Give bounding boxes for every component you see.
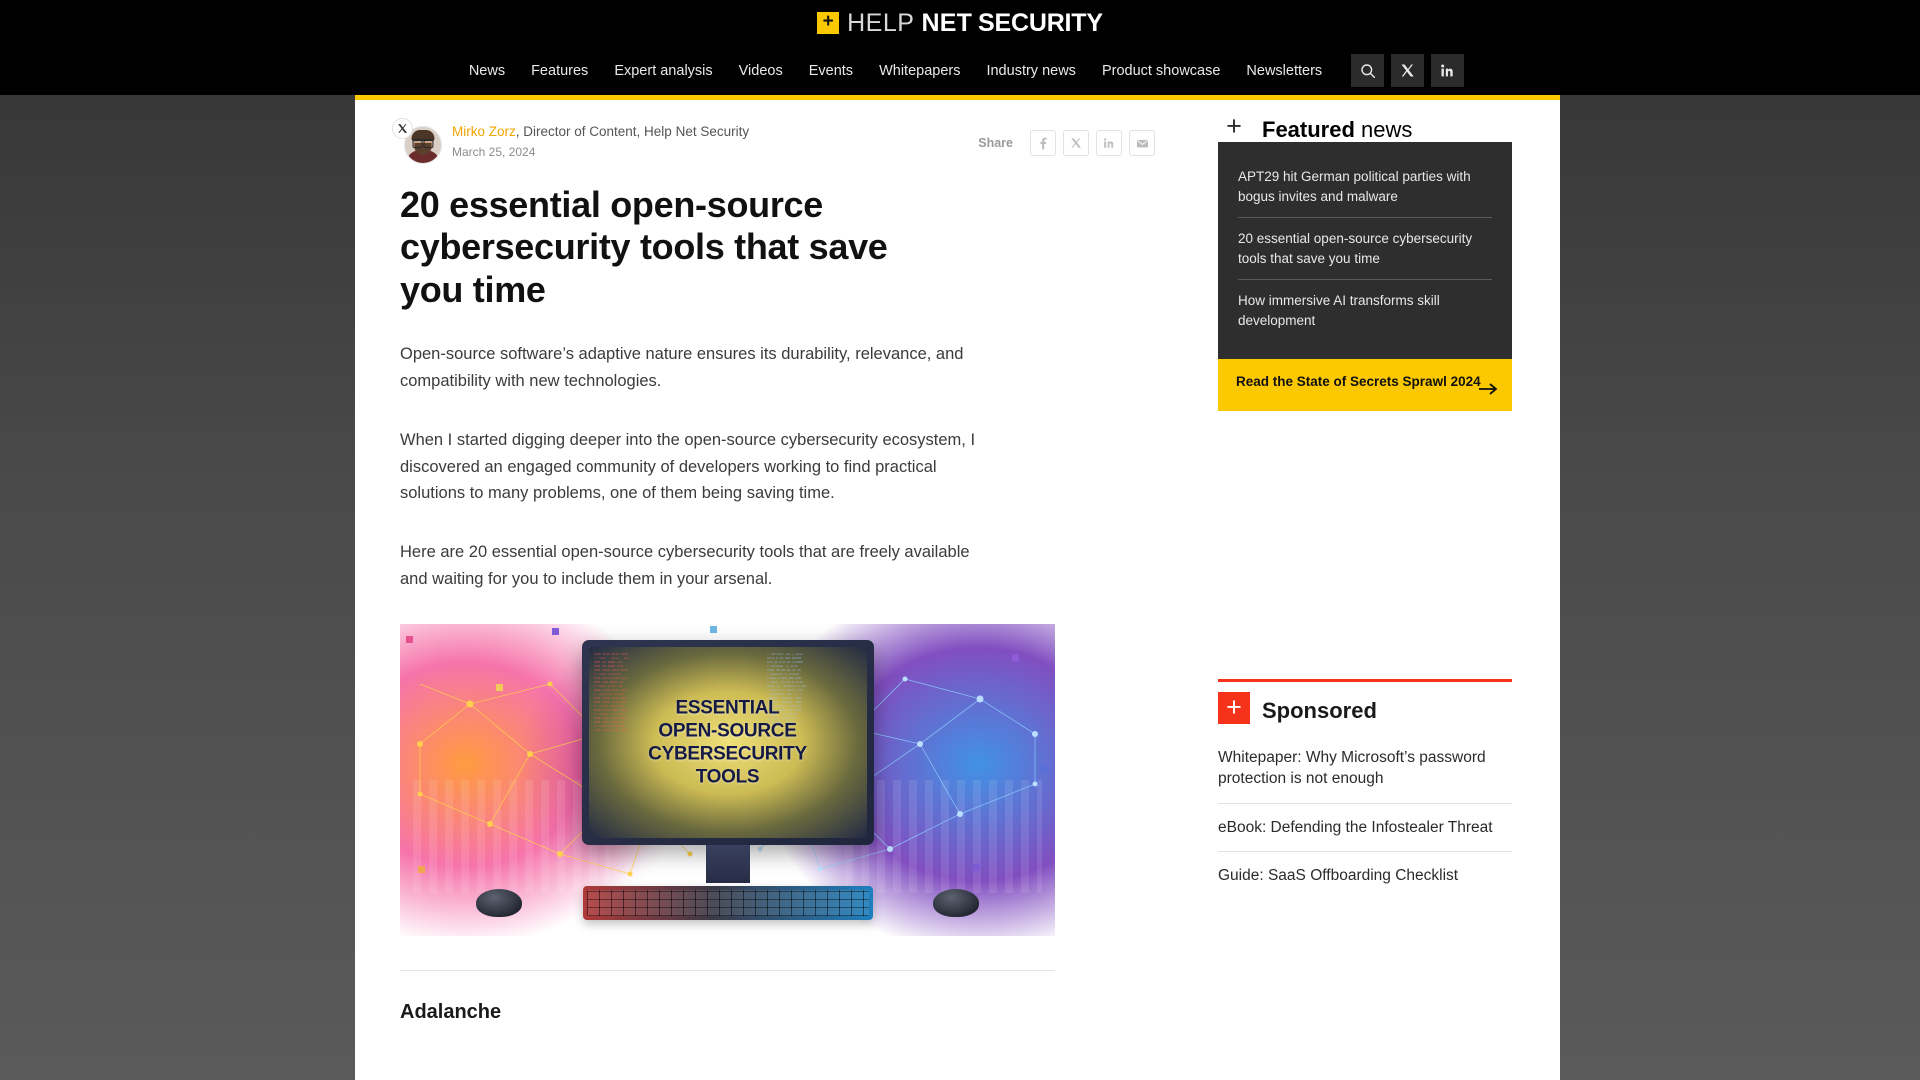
page-root: + HELP NET SECURITY News Features Expert… bbox=[0, 0, 1920, 1080]
featured-news-title: Featured news bbox=[1262, 116, 1413, 142]
logo-row: + HELP NET SECURITY bbox=[0, 0, 1920, 46]
sponsored-block: + Sponsored Whitepaper: Why Microsoft’s … bbox=[1200, 678, 1560, 900]
x-share-button[interactable] bbox=[1063, 130, 1089, 156]
author-link[interactable]: Mirko Zorz bbox=[452, 124, 516, 139]
article-hero-image: 0100 1011 0010 1101 >> scan --deep --all… bbox=[400, 624, 1055, 937]
byline-row: Mirko Zorz, Director of Content, Help Ne… bbox=[392, 118, 1155, 164]
sponsored-item[interactable]: Whitepaper: Why Microsoft’s password pro… bbox=[1218, 734, 1512, 803]
nav-item-newsletters[interactable]: Newsletters bbox=[1233, 63, 1335, 79]
screen-headline: ESSENTIAL OPEN-SOURCE CYBERSECURITY TOOL… bbox=[589, 697, 867, 790]
screen-line: TOOLS bbox=[695, 767, 760, 789]
featured-title-light: news bbox=[1354, 116, 1413, 142]
email-share-button[interactable] bbox=[1129, 130, 1155, 156]
nav-item-features[interactable]: Features bbox=[518, 63, 601, 79]
mouse-graphic-left bbox=[476, 889, 522, 918]
screen-line: OPEN-SOURCE bbox=[658, 720, 797, 742]
featured-news-item[interactable]: How immersive AI transforms skill develo… bbox=[1238, 279, 1492, 341]
logo-plus-icon: + bbox=[817, 12, 840, 34]
arrow-right-icon bbox=[1478, 382, 1498, 401]
header-icon-group bbox=[1351, 54, 1465, 87]
featured-title-bold: Featured bbox=[1262, 116, 1355, 142]
main-navigation: News Features Expert analysis Videos Eve… bbox=[0, 46, 1920, 95]
sidebar: + Featured news APT29 hit German politic… bbox=[1200, 100, 1560, 899]
logo-text-help: HELP bbox=[847, 8, 915, 37]
site-header: + HELP NET SECURITY News Features Expert… bbox=[0, 0, 1920, 95]
article-paragraph: Here are 20 essential open-source cybers… bbox=[400, 543, 970, 588]
nav-item-news[interactable]: News bbox=[456, 63, 518, 79]
sponsored-item[interactable]: Guide: SaaS Offboarding Checklist bbox=[1218, 851, 1512, 899]
nav-item-expert-analysis[interactable]: Expert analysis bbox=[601, 63, 725, 79]
cta-text: Read the State of Secrets Sprawl 2024 bbox=[1236, 374, 1481, 390]
nav-item-whitepapers[interactable]: Whitepapers bbox=[866, 63, 973, 79]
author-role: , Director of Content, Help Net Security bbox=[515, 124, 750, 139]
hero-illustration: 0100 1011 0010 1101 >> scan --deep --all… bbox=[400, 624, 1055, 937]
tool-section-heading: Adalanche bbox=[400, 1001, 502, 1024]
linkedin-button[interactable] bbox=[1431, 54, 1465, 87]
byline-text: Mirko Zorz, Director of Content, Help Ne… bbox=[452, 120, 749, 160]
page-title: 20 essential open-source cybersecurity t… bbox=[400, 184, 888, 310]
facebook-icon bbox=[1039, 137, 1047, 149]
sponsored-item[interactable]: eBook: Defending the Infostealer Threat bbox=[1218, 802, 1512, 851]
x-twitter-icon bbox=[398, 124, 408, 133]
sponsored-list: Whitepaper: Why Microsoft’s password pro… bbox=[1218, 734, 1512, 900]
author-x-badge[interactable] bbox=[392, 118, 413, 139]
content-container: Mirko Zorz, Director of Content, Help Ne… bbox=[355, 95, 1560, 1080]
byline: Mirko Zorz, Director of Content, Help Ne… bbox=[392, 118, 749, 164]
section-divider bbox=[400, 970, 1055, 972]
nav-item-events[interactable]: Events bbox=[796, 63, 866, 79]
keyboard-graphic bbox=[582, 886, 873, 921]
avatar-wrapper bbox=[392, 118, 442, 164]
nav-item-product-showcase[interactable]: Product showcase bbox=[1089, 63, 1233, 79]
article-column: Mirko Zorz, Director of Content, Help Ne… bbox=[355, 100, 1200, 1080]
share-label: Share bbox=[978, 136, 1013, 150]
featured-news-block: + Featured news APT29 hit German politic… bbox=[1200, 100, 1560, 411]
article-paragraph: Open-source software’s adaptive nature e… bbox=[400, 345, 964, 391]
sponsored-title: Sponsored bbox=[1262, 697, 1377, 723]
sponsored-header: + Sponsored bbox=[1200, 682, 1560, 724]
monitor-graphic: 0100 1011 0010 1101 >> scan --deep --all… bbox=[581, 640, 874, 846]
monitor-screen: 0100 1011 0010 1101 >> scan --deep --all… bbox=[588, 647, 867, 839]
nav-item-videos[interactable]: Videos bbox=[726, 63, 796, 79]
facebook-share-button[interactable] bbox=[1030, 130, 1056, 156]
share-bar: Share bbox=[978, 120, 1155, 156]
featured-news-list: APT29 hit German political parties with … bbox=[1218, 142, 1512, 360]
mouse-graphic-right bbox=[933, 889, 979, 918]
featured-news-item[interactable]: APT29 hit German political parties with … bbox=[1238, 156, 1492, 217]
logo-text-security: SECURITY bbox=[978, 8, 1103, 37]
search-icon bbox=[1360, 63, 1375, 78]
linkedin-share-button[interactable] bbox=[1096, 130, 1122, 156]
nav-item-industry-news[interactable]: Industry news bbox=[973, 63, 1088, 79]
sidebar-column: + Featured news APT29 hit German politic… bbox=[1200, 100, 1560, 1080]
sponsored-plus-icon: + bbox=[1218, 691, 1250, 724]
byline-line: Mirko Zorz, Director of Content, Help Ne… bbox=[452, 123, 749, 141]
featured-news-item[interactable]: 20 essential open-source cybersecurity t… bbox=[1238, 217, 1492, 279]
linkedin-icon bbox=[1441, 64, 1453, 77]
article-paragraph: When I started digging deeper into the o… bbox=[400, 430, 976, 503]
monitor-stand bbox=[705, 845, 750, 884]
x-twitter-button[interactable] bbox=[1391, 54, 1425, 87]
screen-line: ESSENTIAL bbox=[675, 697, 780, 719]
article-body: Open-source software’s adaptive nature e… bbox=[400, 341, 985, 592]
envelope-icon bbox=[1136, 139, 1148, 147]
search-button[interactable] bbox=[1351, 54, 1385, 87]
linkedin-icon bbox=[1103, 138, 1114, 148]
secrets-sprawl-cta[interactable]: Read the State of Secrets Sprawl 2024 bbox=[1218, 359, 1512, 411]
article-date: March 25, 2024 bbox=[452, 145, 536, 160]
site-logo[interactable]: + HELP NET SECURITY bbox=[817, 8, 1103, 37]
x-twitter-icon bbox=[1071, 138, 1081, 148]
logo-text-net: NET bbox=[921, 8, 973, 37]
x-twitter-icon bbox=[1401, 64, 1414, 77]
screen-line: CYBERSECURITY bbox=[648, 743, 807, 765]
featured-plus-icon: + bbox=[1218, 110, 1250, 142]
featured-news-header: + Featured news bbox=[1200, 100, 1560, 142]
article: Mirko Zorz, Director of Content, Help Ne… bbox=[355, 100, 1200, 1024]
